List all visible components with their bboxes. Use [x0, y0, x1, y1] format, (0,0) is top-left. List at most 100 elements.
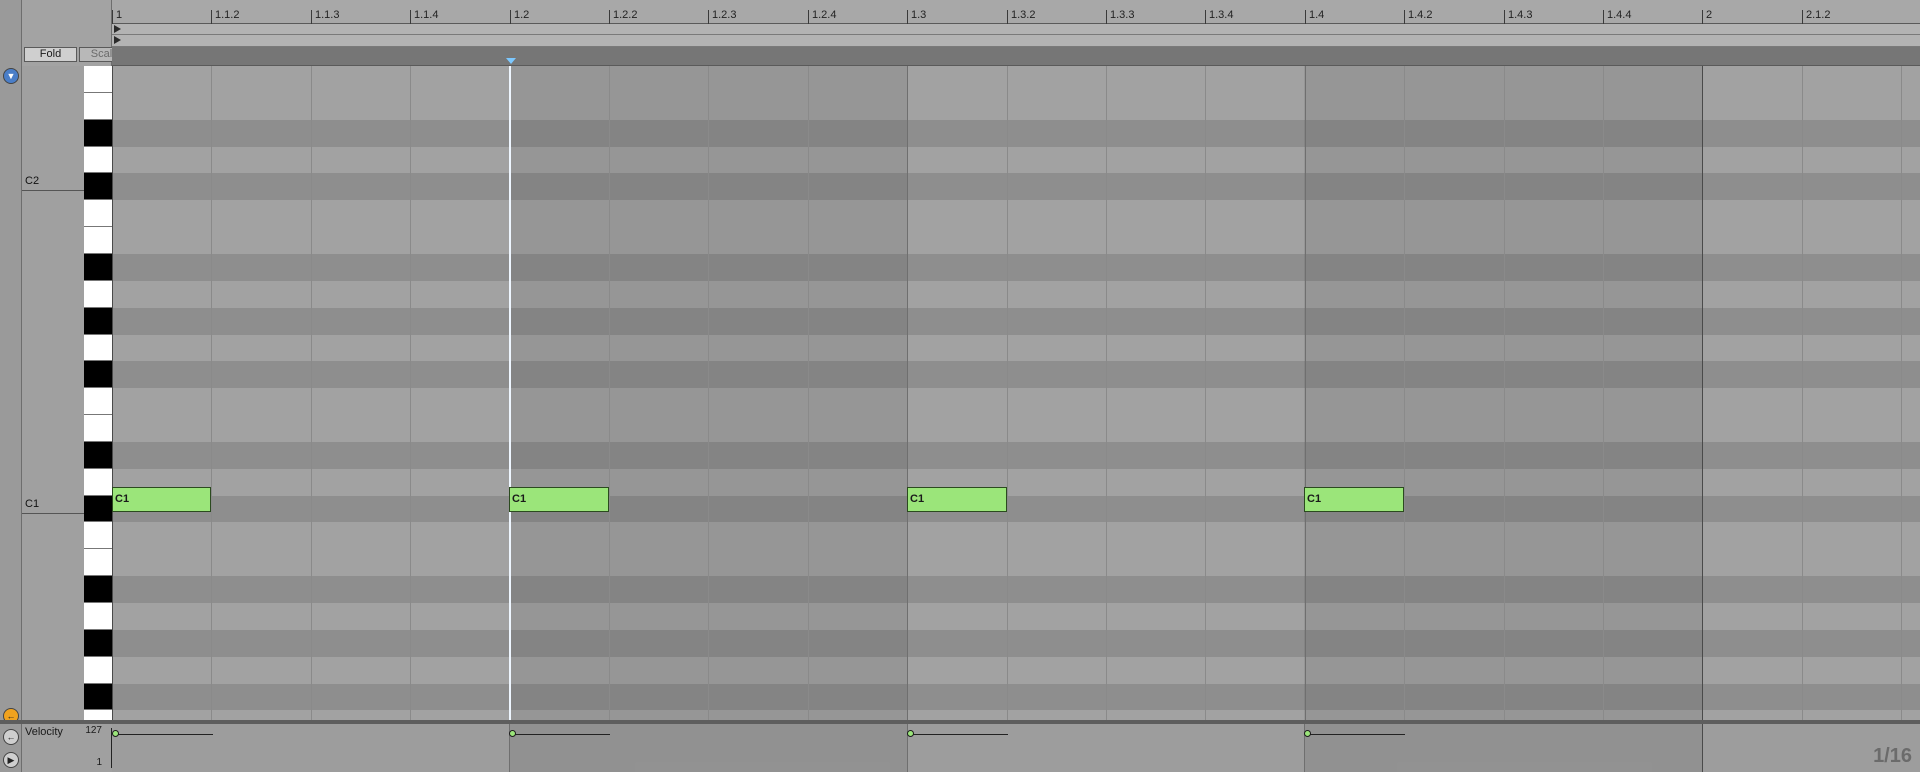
grid-quantization-label[interactable]: 1/16: [1873, 745, 1912, 768]
grid-line: [907, 66, 908, 720]
ruler-tick: [510, 10, 511, 24]
piano-key-white[interactable]: [84, 522, 112, 549]
grid-line: [1404, 66, 1405, 720]
piano-key-black[interactable]: [84, 361, 112, 388]
playhead: [509, 66, 511, 720]
ruler-tick: [708, 10, 709, 24]
ruler-tick: [1205, 10, 1206, 24]
ruler-tick-label: 2: [1706, 9, 1713, 21]
midi-note[interactable]: C1: [509, 487, 609, 512]
piano-key-black[interactable]: [84, 120, 112, 147]
grid-line: [211, 66, 212, 720]
play-icon[interactable]: ▶: [3, 752, 19, 768]
grid-line: [410, 66, 411, 720]
expand-icon[interactable]: ▼: [3, 68, 19, 84]
start-marker-icon[interactable]: [114, 36, 121, 44]
grid-line: [311, 66, 312, 720]
velocity-stem: [910, 734, 1008, 735]
piano-key-black[interactable]: [84, 442, 112, 469]
velocity-handle[interactable]: [509, 730, 516, 737]
piano-key-black[interactable]: [84, 496, 112, 522]
piano-key-white[interactable]: [84, 469, 112, 496]
piano-key-white[interactable]: [84, 66, 112, 93]
grid-line: [708, 66, 709, 720]
grid-line: [1901, 66, 1902, 720]
ruler-tick: [211, 10, 212, 24]
grid-line: [1504, 66, 1505, 720]
octave-label-c2: C2: [25, 175, 40, 187]
ruler-tick-label: 1.4.4: [1607, 9, 1632, 21]
velocity-handle[interactable]: [112, 730, 119, 737]
ruler-tick-label: 2.1.2: [1806, 9, 1831, 21]
octave-label-column: C2 C1: [22, 66, 84, 720]
editor-scroll-bar[interactable]: [112, 47, 1920, 66]
piano-key-white[interactable]: [84, 147, 112, 173]
playhead-marker-icon[interactable]: [506, 58, 516, 64]
piano-key-white[interactable]: [84, 388, 112, 415]
back-arrow-icon[interactable]: ←: [3, 729, 19, 745]
piano-key-white[interactable]: [84, 657, 112, 684]
beat-time-ruler[interactable]: 1 1.1.2 1.1.3 1.1.4 1.2 1.2.2 1.2.3 1.2.4 1.3 1.3…: [112, 0, 1920, 24]
ruler-tick-label: 1.3.2: [1011, 9, 1036, 21]
piano-key-white[interactable]: [84, 603, 112, 630]
grid-line: [1702, 66, 1703, 720]
piano-key-black[interactable]: [84, 254, 112, 281]
grid-line: [609, 66, 610, 720]
ruler-tick: [907, 10, 908, 24]
piano-key-white[interactable]: [84, 415, 112, 442]
ruler-tick: [609, 10, 610, 24]
ruler-tick-label: 1.4.3: [1508, 9, 1533, 21]
fold-button[interactable]: Fold: [24, 47, 77, 62]
grid-line: [112, 66, 113, 720]
ruler-tick: [112, 10, 113, 24]
grid-line: [1205, 66, 1206, 720]
ruler-tick: [1504, 10, 1505, 24]
velocity-handle[interactable]: [907, 730, 914, 737]
piano-key-black[interactable]: [84, 630, 112, 657]
midi-note[interactable]: C1: [907, 487, 1007, 512]
ruler-tick-label: 1.4: [1309, 9, 1325, 21]
ruler-tick-label: 1.4.2: [1408, 9, 1433, 21]
ruler-tick-label: 1.1.2: [215, 9, 240, 21]
grid-line: [1603, 66, 1604, 720]
ruler-tick-label: 1.2.4: [812, 9, 837, 21]
velocity-handle[interactable]: [1304, 730, 1311, 737]
piano-key-white[interactable]: [84, 93, 112, 120]
note-grid[interactable]: C1 C1 C1 C1: [112, 66, 1920, 720]
piano-key-black[interactable]: [84, 308, 112, 335]
beat-shade: [1304, 724, 1702, 772]
piano-key-white[interactable]: [84, 200, 112, 227]
grid-line: [1007, 66, 1008, 720]
midi-note[interactable]: C1: [1304, 487, 1404, 512]
piano-key-white[interactable]: [84, 335, 112, 361]
piano-key-black[interactable]: [84, 684, 112, 710]
ruler-tick-label: 1.3.4: [1209, 9, 1234, 21]
piano-key-white[interactable]: [84, 549, 112, 576]
velocity-min-label: 1: [96, 757, 102, 768]
ruler-tick: [1007, 10, 1008, 24]
octave-divider: [22, 513, 84, 514]
ruler-tick: [410, 10, 411, 24]
ruler-tick-label: 1: [116, 9, 123, 21]
piano-keyboard[interactable]: [84, 66, 112, 737]
piano-key-black[interactable]: [84, 173, 112, 200]
midi-clip-editor: ▼ ← ← ▶ Fold Scale 1 1.1.2 1.1.3 1.1.4 1.2 1.…: [0, 0, 1920, 772]
velocity-max-label: 127: [85, 725, 102, 736]
loop-start-icon[interactable]: [114, 25, 121, 33]
ruler-tick: [1404, 10, 1405, 24]
velocity-stem: [115, 734, 213, 735]
ruler-tick: [808, 10, 809, 24]
piano-key-black[interactable]: [84, 576, 112, 603]
start-marker-row[interactable]: [112, 35, 1920, 47]
midi-note[interactable]: C1: [112, 487, 211, 512]
velocity-label-column: Velocity 127 1: [22, 724, 112, 772]
piano-key-white[interactable]: [84, 227, 112, 254]
beat-shade: [1304, 66, 1702, 720]
loop-brace-row[interactable]: [112, 24, 1920, 35]
ruler-tick-label: 1.2.3: [712, 9, 737, 21]
velocity-lane[interactable]: 1/16: [112, 724, 1920, 772]
grid-line: [1802, 66, 1803, 720]
grid-line: [808, 66, 809, 720]
piano-key-white[interactable]: [84, 281, 112, 308]
ruler-tick: [1106, 10, 1107, 24]
